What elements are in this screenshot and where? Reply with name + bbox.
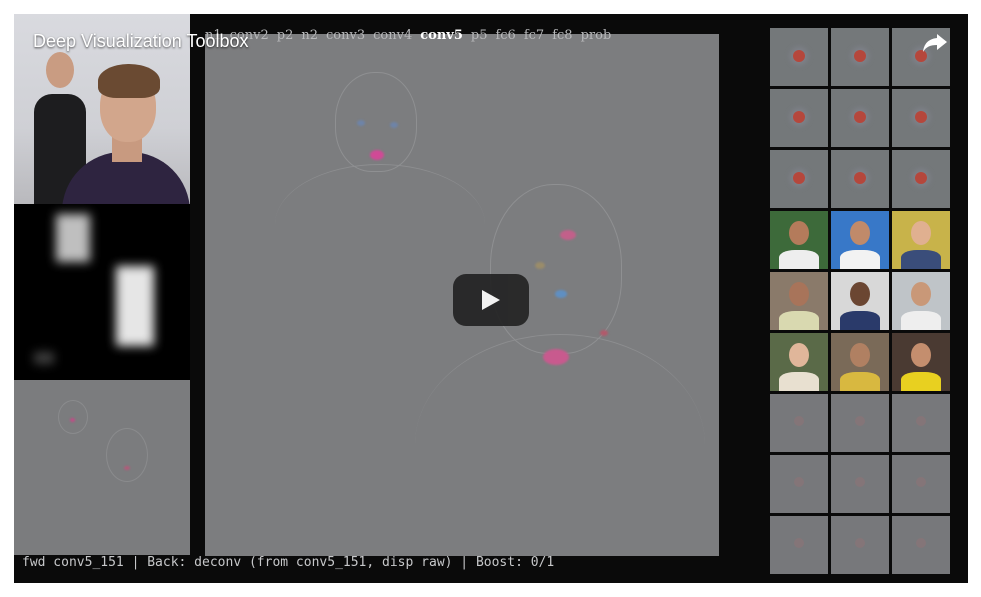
layer-label-conv3: conv3 [326, 28, 366, 43]
layer-label-prob: prob [580, 28, 612, 43]
top-unit-cell [831, 455, 889, 513]
top-image-thumbnail [831, 211, 889, 269]
top-unit-cell [770, 455, 828, 513]
layer-selector-bar: n1 conv2 p2 n2 conv3 conv4 conv5 p5 fc6 fc7 fc8 pro… [205, 28, 785, 46]
top-image-thumbnail [892, 272, 950, 330]
activation-heatmap [14, 204, 190, 380]
top-unit-cell [892, 89, 950, 147]
layer-label-conv4: conv4 [373, 28, 413, 43]
status-line: fwd conv5_151 | Back: deconv (from conv5… [22, 555, 555, 570]
top-unit-cell [770, 89, 828, 147]
layer-label-fc7: fc7 [523, 28, 545, 43]
top-unit-cell [831, 150, 889, 208]
top-image-thumbnail [770, 272, 828, 330]
top-unit-cell [831, 28, 889, 86]
small-deconv-preview [14, 380, 190, 555]
top-image-thumbnail [831, 272, 889, 330]
top-unit-cell [770, 516, 828, 574]
top-unit-cell [831, 516, 889, 574]
top-unit-cell [892, 150, 950, 208]
top-image-thumbnail [892, 211, 950, 269]
layer-label-p5: p5 [470, 28, 488, 43]
share-arrow-icon[interactable] [922, 32, 948, 54]
play-icon [482, 290, 500, 310]
top-image-thumbnail [770, 211, 828, 269]
top-unit-cell [892, 455, 950, 513]
layer-label-fc8: fc8 [552, 28, 573, 43]
layer-label-fc6: fc6 [495, 28, 516, 43]
top-image-thumbnail [770, 333, 828, 391]
layer-label-n2: n2 [301, 28, 319, 43]
top-unit-cell [831, 394, 889, 452]
top-unit-cell [770, 394, 828, 452]
top-unit-cell [770, 150, 828, 208]
play-button[interactable] [453, 274, 529, 326]
top-image-thumbnail [831, 333, 889, 391]
video-title[interactable]: Deep Visualization Toolbox [33, 31, 248, 52]
top-unit-cell [770, 28, 828, 86]
top-images-grid [770, 28, 950, 574]
top-unit-cell [892, 394, 950, 452]
layer-label-conv5: conv5 [420, 28, 463, 43]
top-unit-cell [892, 516, 950, 574]
video-player[interactable]: n1 conv2 p2 n2 conv3 conv4 conv5 p5 fc6 fc7 fc8 pro… [14, 14, 968, 583]
top-image-thumbnail [892, 333, 950, 391]
top-unit-cell [831, 89, 889, 147]
layer-label-p2: p2 [276, 28, 294, 43]
